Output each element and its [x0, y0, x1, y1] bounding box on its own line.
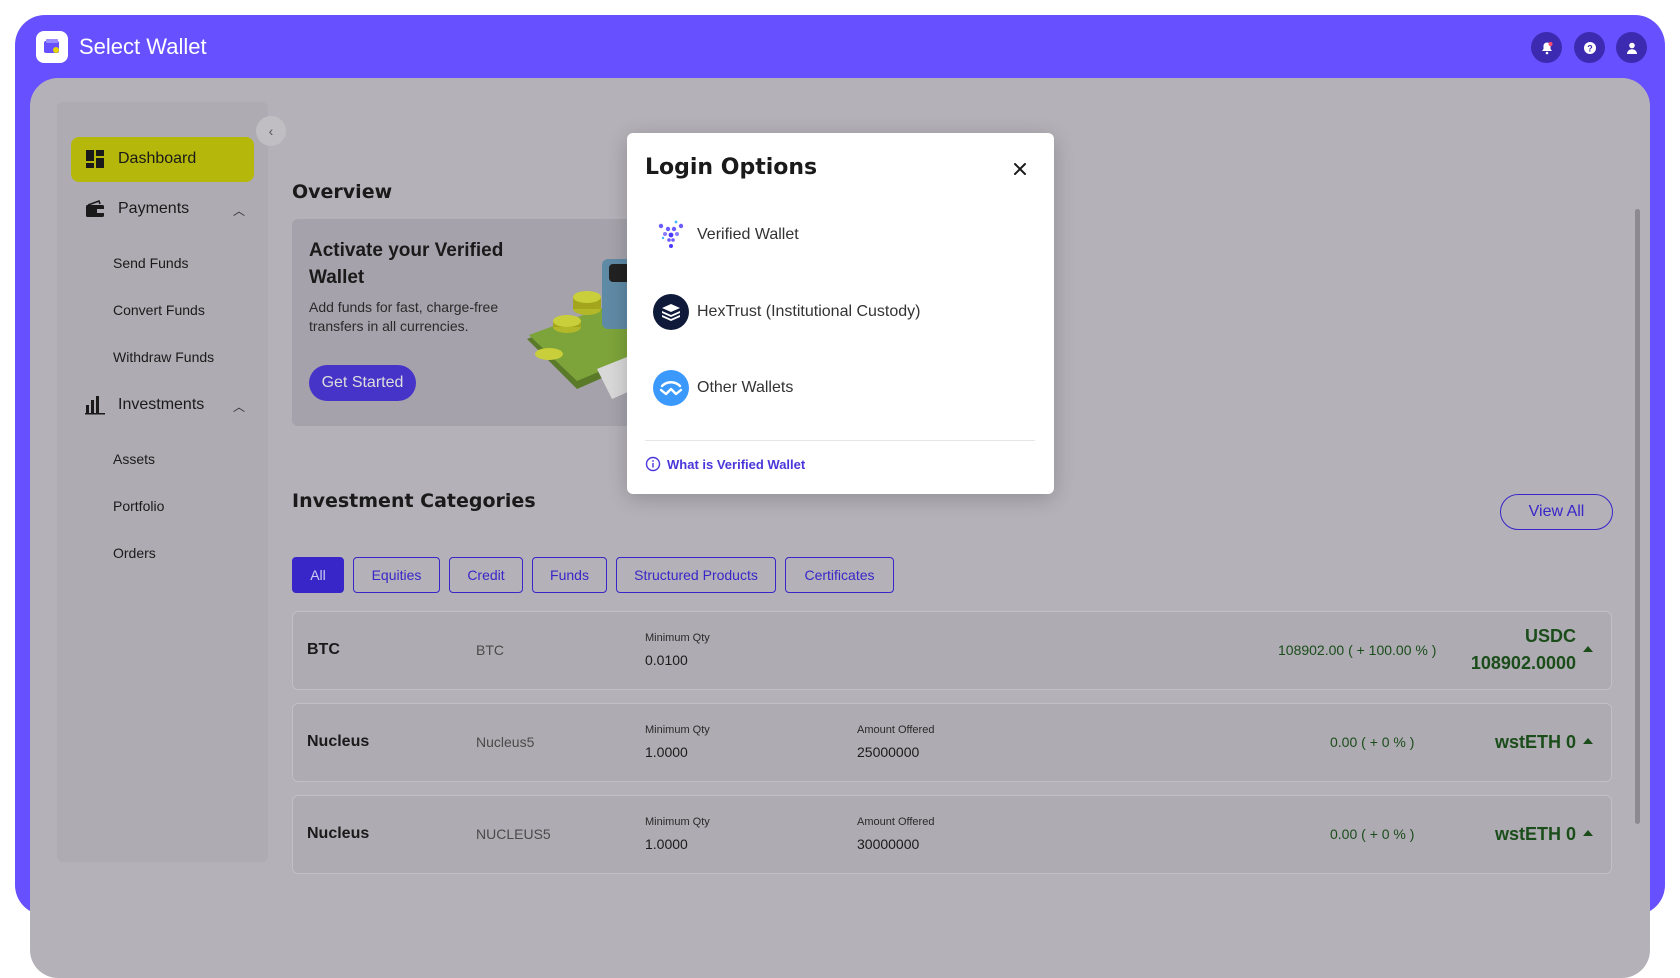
bar-chart-icon	[85, 396, 105, 415]
price-currency: USDC	[1524, 626, 1576, 646]
sidebar-item-label: Investments	[118, 396, 205, 413]
price-change: 0.00 ( + 0 % )	[1330, 734, 1415, 750]
asset-name: Nucleus	[307, 825, 370, 842]
chevron-up-icon[interactable]: ︿	[233, 202, 245, 219]
chevron-up-icon[interactable]: ︿	[233, 398, 245, 415]
help-icon: ?	[1583, 41, 1596, 54]
hextrust-icon	[653, 294, 689, 330]
price-value: USDC 108902.0000	[1433, 623, 1576, 677]
help-button[interactable]: ?	[1574, 32, 1605, 63]
sidebar-item-dashboard[interactable]: Dashboard	[71, 137, 254, 182]
sidebar-item-payments[interactable]: Payments ︿	[71, 190, 254, 228]
what-is-verified-wallet-link[interactable]: What is Verified Wallet	[645, 456, 805, 472]
close-icon	[1014, 163, 1026, 175]
notifications-button[interactable]	[1531, 32, 1562, 63]
filter-chip-structured-products[interactable]: Structured Products	[616, 557, 776, 593]
login-option-other-wallets[interactable]: Other Wallets	[645, 363, 1035, 413]
sidebar-item-label: Dashboard	[118, 150, 197, 167]
sidebar-item-investments[interactable]: Investments ︿	[71, 386, 254, 424]
option-label: Other Wallets	[697, 379, 794, 396]
option-label: HexTrust (Institutional Custody)	[697, 303, 921, 320]
chevron-left-icon: ‹	[268, 123, 274, 139]
filter-chip-equities[interactable]: Equities	[353, 557, 440, 593]
sidebar-item-convert-funds[interactable]: Convert Funds	[113, 302, 205, 318]
sidebar-item-send-funds[interactable]: Send Funds	[113, 255, 189, 271]
min-qty-value: 1.0000	[645, 836, 688, 852]
view-all-button[interactable]: View All	[1500, 494, 1613, 530]
caret-up-icon	[1583, 830, 1593, 836]
link-label: What is Verified Wallet	[667, 456, 806, 472]
dashboard-icon	[86, 150, 104, 168]
login-option-verified-wallet[interactable]: Verified Wallet	[645, 210, 1035, 260]
scrollbar[interactable]	[1635, 209, 1640, 824]
svg-text:?: ?	[1587, 43, 1593, 53]
filter-chip-funds[interactable]: Funds	[532, 557, 607, 593]
option-label: Verified Wallet	[697, 226, 799, 243]
bell-icon	[1541, 41, 1552, 54]
login-options-modal: Login Options Verified Wallet HexTrust (…	[627, 133, 1054, 494]
close-button[interactable]	[1008, 157, 1032, 181]
table-row[interactable]: Nucleus NUCLEUS5 Minimum Qty 1.0000 Amou…	[292, 795, 1612, 874]
sidebar-item-portfolio[interactable]: Portfolio	[113, 498, 164, 514]
user-icon	[1626, 42, 1637, 54]
sidebar-item-withdraw-funds[interactable]: Withdraw Funds	[113, 349, 214, 365]
caret-up-icon	[1583, 738, 1593, 744]
get-started-button[interactable]: Get Started	[309, 365, 416, 401]
amount-offered-value: 25000000	[857, 744, 920, 760]
price-value: wstETH 0	[1494, 824, 1576, 844]
min-qty-label: Minimum Qty	[645, 632, 710, 644]
promo-title: Activate your Verified Wallet	[309, 240, 504, 288]
min-qty-label: Minimum Qty	[645, 724, 710, 736]
amount-offered-label: Amount Offered	[857, 724, 935, 736]
caret-up-icon	[1583, 646, 1593, 652]
table-row[interactable]: BTC BTC Minimum Qty 0.0100 108902.00 ( +…	[292, 611, 1612, 690]
amount-offered-label: Amount Offered	[857, 816, 935, 828]
asset-symbol: BTC	[476, 642, 504, 658]
asset-name: Nucleus	[307, 733, 370, 750]
divider	[645, 440, 1035, 441]
min-qty-label: Minimum Qty	[645, 816, 710, 828]
price-value: wstETH 0	[1494, 732, 1576, 752]
min-qty-value: 1.0000	[645, 744, 688, 760]
min-qty-value: 0.0100	[645, 652, 688, 668]
page-title: Select Wallet	[79, 34, 207, 59]
info-icon	[645, 456, 661, 472]
sidebar-item-assets[interactable]: Assets	[113, 451, 155, 467]
walletconnect-icon	[653, 370, 689, 406]
sidebar: Dashboard Payments ︿ Send Funds Convert …	[57, 102, 268, 862]
asset-name: BTC	[307, 641, 340, 658]
investment-categories-title: Investment Categories	[292, 490, 536, 512]
wallet-icon	[86, 199, 104, 217]
profile-button[interactable]	[1616, 32, 1647, 63]
collapse-sidebar-button[interactable]: ‹	[256, 116, 286, 146]
asset-symbol: Nucleus5	[476, 734, 535, 750]
filter-chip-credit[interactable]: Credit	[449, 557, 523, 593]
top-bar: Select Wallet ?	[15, 15, 1665, 78]
price-change: 108902.00 ( + 100.00 % )	[1278, 642, 1437, 658]
filter-chip-all[interactable]: All	[292, 557, 344, 593]
table-row[interactable]: Nucleus Nucleus5 Minimum Qty 1.0000 Amou…	[292, 703, 1612, 782]
overview-title: Overview	[292, 181, 393, 203]
modal-title: Login Options	[645, 155, 818, 180]
promo-text: Add funds for fast, charge-free transfer…	[309, 299, 499, 334]
sidebar-item-label: Payments	[118, 200, 190, 217]
price-amount: 108902.0000	[1470, 653, 1576, 673]
login-option-hextrust[interactable]: HexTrust (Institutional Custody)	[645, 287, 1035, 337]
asset-symbol: NUCLEUS5	[476, 826, 551, 842]
amount-offered-value: 30000000	[857, 836, 920, 852]
sidebar-item-orders[interactable]: Orders	[113, 545, 156, 561]
price-change: 0.00 ( + 0 % )	[1330, 826, 1415, 842]
verified-wallet-icon	[653, 217, 689, 253]
filter-chip-certificates[interactable]: Certificates	[785, 557, 894, 593]
app-logo-icon	[36, 31, 68, 63]
